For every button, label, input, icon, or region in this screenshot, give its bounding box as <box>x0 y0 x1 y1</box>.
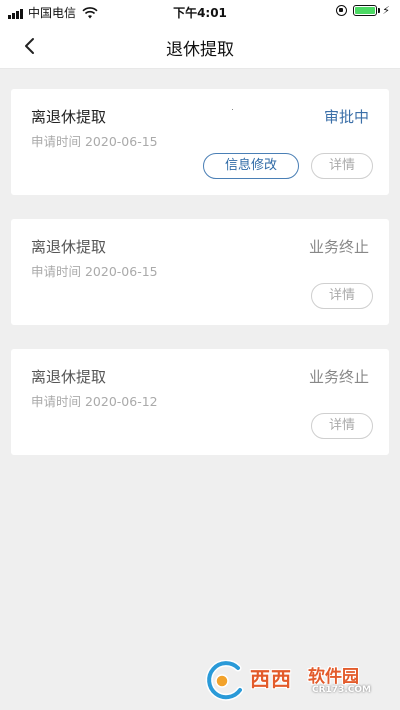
watermark-url: CR173.COM <box>312 685 371 695</box>
decor-dot <box>232 109 233 110</box>
watermark-brand-suffix: 软件园 <box>308 667 359 687</box>
battery-tip <box>378 8 381 13</box>
watermark-logo: 西西 软件园 CR173.COM <box>200 660 386 702</box>
record-status: 业务终止 <box>308 368 369 386</box>
record-title: 离退休提取 <box>31 108 107 126</box>
record-card: 离退休提取 业务终止 申请时间 2020-06-12 详情 <box>11 349 389 455</box>
charging-icon: ⚡ <box>382 4 390 17</box>
rotation-lock-icon <box>336 5 348 16</box>
record-status: 业务终止 <box>308 238 369 256</box>
edit-info-button[interactable]: 信息修改 <box>203 153 299 179</box>
record-title: 离退休提取 <box>31 368 107 386</box>
detail-button[interactable]: 详情 <box>311 413 373 439</box>
detail-button[interactable]: 详情 <box>311 283 373 309</box>
battery-icon <box>353 5 378 16</box>
page-title: 退休提取 <box>166 40 234 60</box>
nav-bar: 退休提取 <box>0 24 400 69</box>
detail-button[interactable]: 详情 <box>311 153 373 179</box>
status-right: ⚡ <box>336 4 390 17</box>
record-date: 申请时间 2020-06-15 <box>31 264 158 279</box>
record-status: 审批中 <box>323 108 369 126</box>
watermark-emblem-icon <box>205 660 244 701</box>
watermark-brand: 西西 <box>250 667 292 691</box>
status-bar: 中国电信 下午4:01 ⚡ <box>0 0 400 24</box>
record-title: 离退休提取 <box>31 238 107 256</box>
record-date: 申请时间 2020-06-12 <box>31 394 158 409</box>
record-card: 离退休提取 审批中 申请时间 2020-06-15 信息修改 详情 <box>11 89 389 195</box>
record-date: 申请时间 2020-06-15 <box>31 134 158 149</box>
record-card: 离退休提取 业务终止 申请时间 2020-06-15 详情 <box>11 219 389 325</box>
